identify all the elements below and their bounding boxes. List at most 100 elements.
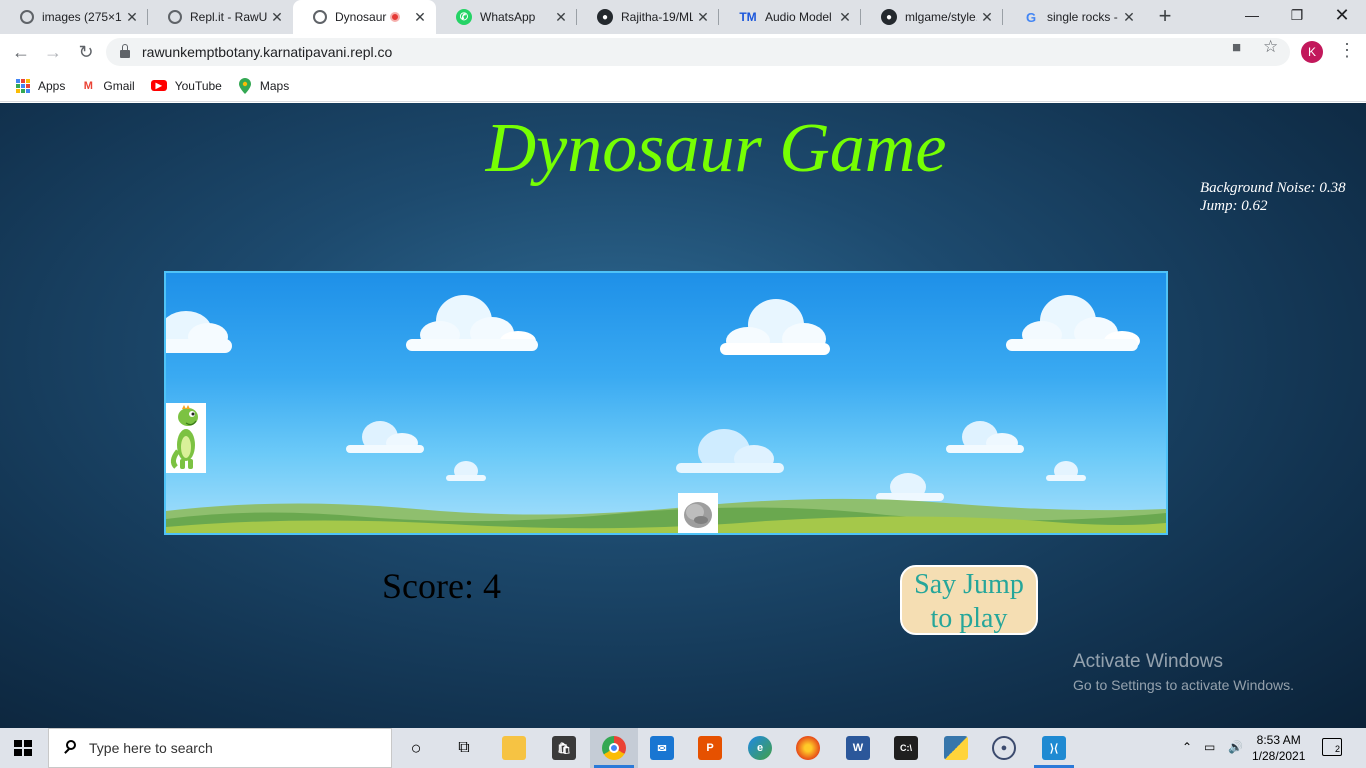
close-icon[interactable]: ✕ <box>122 9 142 26</box>
taskbar-search-box[interactable]: Type here to search <box>48 728 392 768</box>
volume-icon[interactable]: 🔊 <box>1228 740 1243 754</box>
game-page: Dynosaur Game Background Noise: 0.38 Jum… <box>0 103 1366 728</box>
close-window-button[interactable]: ✕ <box>1322 4 1362 28</box>
tab-title: Audio Model - <box>765 10 835 24</box>
bookmark-maps[interactable]: Maps <box>238 77 290 94</box>
address-bar[interactable]: rawunkemptbotany.karnatipavani.repl.co <box>106 38 1290 66</box>
lock-icon <box>120 44 130 58</box>
jump-readout: Jump: 0.62 <box>1200 198 1268 214</box>
activate-windows-watermark: Activate Windows Go to Settings to activ… <box>1073 651 1294 693</box>
close-icon[interactable]: ✕ <box>835 9 855 26</box>
store-icon[interactable]: 🛍 <box>552 736 576 760</box>
search-placeholder: Type here to search <box>89 740 213 756</box>
audio-stats: Background Noise: 0.38 Jump: 0.62 <box>1200 179 1346 215</box>
tray-chevron-icon[interactable]: ⌃ <box>1182 740 1192 754</box>
globe-icon <box>20 10 34 24</box>
apps-grid-icon <box>16 78 30 93</box>
tab-replit[interactable]: Repl.it - RawU ✕ <box>148 0 293 34</box>
python-icon[interactable] <box>944 736 968 760</box>
star-icon[interactable]: ☆ <box>1263 37 1278 57</box>
reload-icon[interactable]: ↻ <box>75 41 97 63</box>
bookmark-youtube[interactable]: ▶ YouTube <box>150 78 222 93</box>
firefox-icon[interactable] <box>796 736 820 760</box>
github-icon: ● <box>881 9 897 25</box>
windows-taskbar: Type here to search ○ ⧉ 🛍 ✉ P e W C:\ ● … <box>0 728 1366 768</box>
browser-toolbar: ← → ↻ rawunkemptbotany.karnatipavani.rep… <box>0 34 1366 70</box>
say-jump-button[interactable]: Say Jump to play <box>900 565 1038 635</box>
cloud <box>1006 295 1140 351</box>
minimize-button[interactable]: — <box>1232 4 1272 28</box>
obs-icon[interactable]: ● <box>992 736 1016 760</box>
close-icon[interactable]: ✕ <box>977 9 997 26</box>
chrome-icon[interactable] <box>602 736 626 760</box>
close-icon[interactable]: ✕ <box>551 9 571 26</box>
gmail-icon: M <box>83 79 93 92</box>
bookmark-label: Maps <box>259 78 290 93</box>
background-noise-readout: Background Noise: 0.38 <box>1200 180 1346 196</box>
close-icon[interactable]: ✕ <box>267 9 287 26</box>
google-icon: G <box>1025 9 1037 25</box>
back-arrow-icon[interactable]: ← <box>10 41 32 63</box>
whatsapp-icon: ✆ <box>456 9 472 25</box>
bookmark-label: Gmail <box>103 78 135 93</box>
rock-obstacle <box>678 493 718 533</box>
game-title: Dynosaur Game <box>485 110 947 187</box>
tab-title: WhatsApp <box>480 10 536 24</box>
windows-start-icon[interactable] <box>14 740 32 756</box>
tab-images[interactable]: images (275×1 ✕ <box>0 0 148 34</box>
office-icon[interactable]: P <box>698 736 722 760</box>
notification-count: 2 <box>1334 744 1340 754</box>
hills <box>166 498 1166 533</box>
task-view-icon[interactable]: ⧉ <box>452 736 476 760</box>
watermark-line1: Activate Windows <box>1073 651 1223 672</box>
file-explorer-icon[interactable] <box>502 736 526 760</box>
word-icon[interactable]: W <box>846 736 870 760</box>
bookmark-label: YouTube <box>174 78 222 93</box>
tab-title: Dynosaur <box>335 10 387 24</box>
youtube-icon: ▶ <box>150 80 167 91</box>
battery-icon[interactable]: ▭ <box>1204 740 1215 754</box>
cortana-icon[interactable]: ○ <box>404 736 428 760</box>
bookmark-gmail[interactable]: M Gmail <box>81 78 135 93</box>
tab-rajitha-ml[interactable]: ● Rajitha-19/ML ✕ <box>577 0 719 34</box>
tab-single-rocks[interactable]: G single rocks - ✕ <box>1003 0 1145 34</box>
recording-icon <box>390 12 400 22</box>
close-icon[interactable]: ✕ <box>410 9 430 26</box>
tab-bar: images (275×1 ✕ Repl.it - RawU ✕ Dynosau… <box>0 0 1366 34</box>
close-icon[interactable]: ✕ <box>693 9 713 26</box>
cloud <box>346 421 424 453</box>
cloud <box>1046 461 1086 481</box>
tab-title: single rocks - <box>1047 10 1118 24</box>
tab-mlgame-style[interactable]: ● mlgame/style. ✕ <box>861 0 1003 34</box>
game-canvas[interactable] <box>164 271 1168 535</box>
tm-icon: TM <box>739 10 757 24</box>
cloud <box>446 461 486 481</box>
forward-arrow-icon[interactable]: → <box>42 41 64 63</box>
terminal-icon[interactable]: C:\ <box>894 736 918 760</box>
button-label-line2: to play <box>930 603 1008 634</box>
tab-title: mlgame/style. <box>905 10 977 24</box>
tab-audio-model[interactable]: TM Audio Model - ✕ <box>719 0 861 34</box>
menu-icon[interactable]: ⋮ <box>1338 40 1356 61</box>
rock-icon <box>684 502 712 528</box>
globe-icon <box>313 10 327 24</box>
mail-icon[interactable]: ✉ <box>650 736 674 760</box>
camera-icon[interactable]: ■ <box>1232 39 1241 56</box>
bookmark-label: Apps <box>38 78 66 93</box>
tab-dynosaur[interactable]: Dynosaur ✕ <box>293 0 436 34</box>
new-tab-button[interactable]: + <box>1153 5 1177 29</box>
close-icon[interactable]: ✕ <box>1119 9 1139 26</box>
restore-button[interactable]: ❐ <box>1277 4 1317 28</box>
score-display: Score: 4 <box>382 566 501 606</box>
profile-avatar[interactable]: K <box>1301 41 1323 63</box>
vscode-icon[interactable]: ⟩⟨ <box>1042 736 1066 760</box>
tab-title: Rajitha-19/ML <box>621 10 693 24</box>
edge-icon[interactable]: e <box>748 736 772 760</box>
tab-whatsapp[interactable]: ✆ WhatsApp ✕ <box>436 0 577 34</box>
notification-center-icon[interactable]: 2 <box>1322 738 1342 756</box>
bookmark-apps[interactable]: Apps <box>16 78 66 93</box>
cloud <box>406 295 538 351</box>
system-clock[interactable]: 8:53 AM 1/28/2021 <box>1252 732 1305 764</box>
tab-title: images (275×1 <box>42 10 122 24</box>
cloud <box>720 299 830 355</box>
